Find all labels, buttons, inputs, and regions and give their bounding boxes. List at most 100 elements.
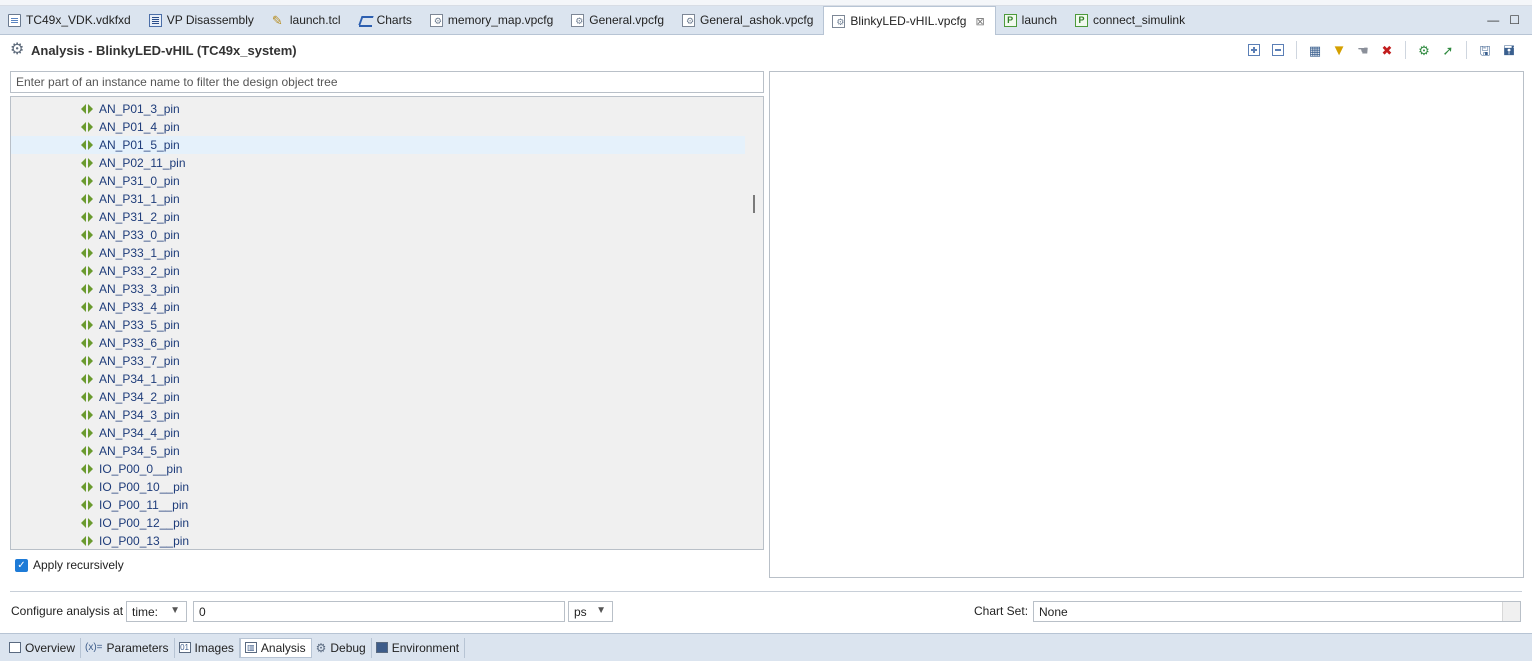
tree-item-label: AN_P01_3_pin [99, 102, 180, 116]
run-analysis-button[interactable]: ➚ [1439, 41, 1457, 59]
scrollbar-thumb[interactable] [753, 195, 755, 213]
chevron-down-icon: ▼ [170, 605, 180, 616]
save-all-button[interactable]: 🖬 [1500, 41, 1518, 59]
tree-item-label: AN_P01_5_pin [99, 138, 180, 152]
pin-port-icon [81, 122, 94, 132]
time-unit-select[interactable]: ps ▼ [568, 601, 613, 622]
editor-tab-bar: TC49x_VDK.vdkfxd VP Disassembly ✎ launch… [0, 6, 1532, 35]
tree-item[interactable]: AN_P31_2_pin [11, 208, 745, 226]
expand-all-button[interactable] [1245, 41, 1263, 59]
minimize-icon[interactable]: — [1487, 13, 1499, 27]
analysis-time-input[interactable]: 0 [193, 601, 565, 622]
apply-recursively-checkbox[interactable]: ✓ Apply recursively [15, 558, 124, 572]
images-icon: 01 [178, 642, 191, 653]
pin-port-icon [81, 266, 94, 276]
tree-filter-input[interactable]: Enter part of an instance name to filter… [10, 71, 764, 93]
tab-environment[interactable]: Environment [372, 637, 466, 658]
collapse-all-icon [1272, 44, 1284, 56]
tree-item[interactable]: AN_P34_4_pin [11, 424, 745, 442]
tab-overview[interactable]: Overview [5, 637, 82, 658]
maximize-icon[interactable]: ☐ [1509, 13, 1520, 27]
filter-button[interactable]: ▼ [1330, 41, 1348, 59]
tab-launch-tcl[interactable]: ✎ launch.tcl [264, 6, 351, 34]
tree-scrollbar[interactable] [745, 97, 763, 549]
tab-analysis[interactable]: ▥ Analysis [239, 637, 312, 658]
toolbar-separator [1405, 41, 1406, 59]
tree-item-label: AN_P31_1_pin [99, 192, 180, 206]
chart-window-icon: ▦ [1308, 42, 1322, 58]
python-file-icon: P [1003, 13, 1017, 27]
tab-parameters[interactable]: (x)= Parameters [81, 637, 175, 658]
tree-item-label: AN_P34_1_pin [99, 372, 180, 386]
tree-item[interactable]: AN_P33_3_pin [11, 280, 745, 298]
tree-item-label: IO_P00_11__pin [99, 498, 189, 512]
chart-set-select[interactable]: None [1033, 601, 1521, 622]
tab-general[interactable]: General.vpcfg [563, 6, 674, 34]
pin-port-icon [81, 428, 94, 438]
tab-debug[interactable]: ⚙ Debug [312, 637, 372, 658]
tab-tc49x-vdk[interactable]: TC49x_VDK.vdkfxd [0, 6, 141, 34]
tab-memory-map[interactable]: memory_map.vpcfg [422, 6, 563, 34]
tab-images[interactable]: 01 Images [175, 637, 240, 658]
tree-item[interactable]: AN_P33_2_pin [11, 262, 745, 280]
tree-item[interactable]: AN_P34_2_pin [11, 388, 745, 406]
tree-item[interactable]: AN_P01_5_pin [11, 136, 745, 154]
tree-item[interactable]: IO_P00_0__pin [11, 460, 745, 478]
tree-item[interactable]: AN_P33_4_pin [11, 298, 745, 316]
tab-label: TC49x_VDK.vdkfxd [26, 13, 131, 27]
remove-all-button[interactable]: ✖ [1378, 41, 1396, 59]
close-icon[interactable]: ⊠ [975, 15, 984, 28]
tree-item[interactable]: AN_P33_1_pin [11, 244, 745, 262]
tree-item-label: IO_P00_0__pin [99, 462, 183, 476]
tree-item[interactable]: AN_P34_3_pin [11, 406, 745, 424]
chart-area[interactable] [769, 71, 1524, 578]
tree-item[interactable]: AN_P31_0_pin [11, 172, 745, 190]
tree-item[interactable]: AN_P34_1_pin [11, 370, 745, 388]
design-object-tree[interactable]: AN_P01_3_pin AN_P01_4_pin AN_P01_5_pin AN_P… [10, 96, 764, 550]
tab-label: connect_simulink [1093, 13, 1186, 27]
tree-item[interactable]: IO_P00_10__pin [11, 478, 745, 496]
add-chart-button[interactable]: ▦ [1306, 41, 1324, 59]
config-file-icon [682, 13, 695, 27]
tree-item-label: IO_P00_13__pin [99, 534, 190, 548]
tab-label: launch.tcl [289, 13, 341, 27]
tab-launch[interactable]: P launch [996, 6, 1067, 34]
analysis-mode-select[interactable]: time: ▼ [126, 601, 187, 622]
tree-item[interactable]: AN_P33_6_pin [11, 334, 745, 352]
save-button[interactable]: 🖫 [1476, 41, 1494, 59]
tcl-script-icon: ✎ [271, 12, 283, 28]
pin-port-icon [81, 446, 94, 456]
tree-item[interactable]: AN_P31_1_pin [11, 190, 745, 208]
environment-icon [375, 642, 388, 653]
disassembly-icon [148, 13, 162, 27]
pin-port-icon [81, 140, 94, 150]
collapse-all-button[interactable] [1269, 41, 1287, 59]
tree-item[interactable]: IO_P00_12__pin [11, 514, 745, 532]
tree-item[interactable]: IO_P00_11__pin [11, 496, 745, 514]
pin-port-icon [81, 212, 94, 222]
tree-item[interactable]: AN_P01_3_pin [11, 100, 745, 118]
configure-analysis-button[interactable]: ⚙ [1415, 41, 1433, 59]
checkbox-checked-icon[interactable]: ✓ [15, 558, 28, 572]
python-file-icon: P [1075, 13, 1089, 27]
tree-item[interactable]: AN_P02_11_pin [11, 154, 745, 172]
tab-vp-disassembly[interactable]: VP Disassembly [141, 6, 264, 34]
tree-item-label: AN_P33_0_pin [99, 228, 180, 242]
tab-connect-simulink[interactable]: P connect_simulink [1067, 6, 1195, 34]
tab-label: Parameters [106, 640, 169, 655]
pin-port-icon [81, 302, 94, 312]
pin-port-icon [81, 284, 94, 294]
select-hand-button[interactable]: ☚ [1354, 41, 1372, 59]
tree-item[interactable]: IO_P00_13__pin [11, 532, 745, 549]
chart-set-dropdown-area[interactable] [1502, 602, 1520, 621]
tab-general-ashok[interactable]: General_ashok.vpcfg [674, 6, 823, 34]
tree-item[interactable]: AN_P33_5_pin [11, 316, 745, 334]
tree-item[interactable]: AN_P01_4_pin [11, 118, 745, 136]
tree-item[interactable]: AN_P33_7_pin [11, 352, 745, 370]
tree-item-label: IO_P00_10__pin [99, 480, 190, 494]
tab-charts[interactable]: Charts [351, 6, 422, 34]
analysis-editor: ⚙ Analysis - BlinkyLED-vHIL (TC49x_syste… [0, 35, 1532, 661]
tree-item[interactable]: AN_P34_5_pin [11, 442, 745, 460]
tab-blinkyled-vhil[interactable]: BlinkyLED-vHIL.vpcfg ⊠ [823, 6, 996, 35]
tree-item[interactable]: AN_P33_0_pin [11, 226, 745, 244]
